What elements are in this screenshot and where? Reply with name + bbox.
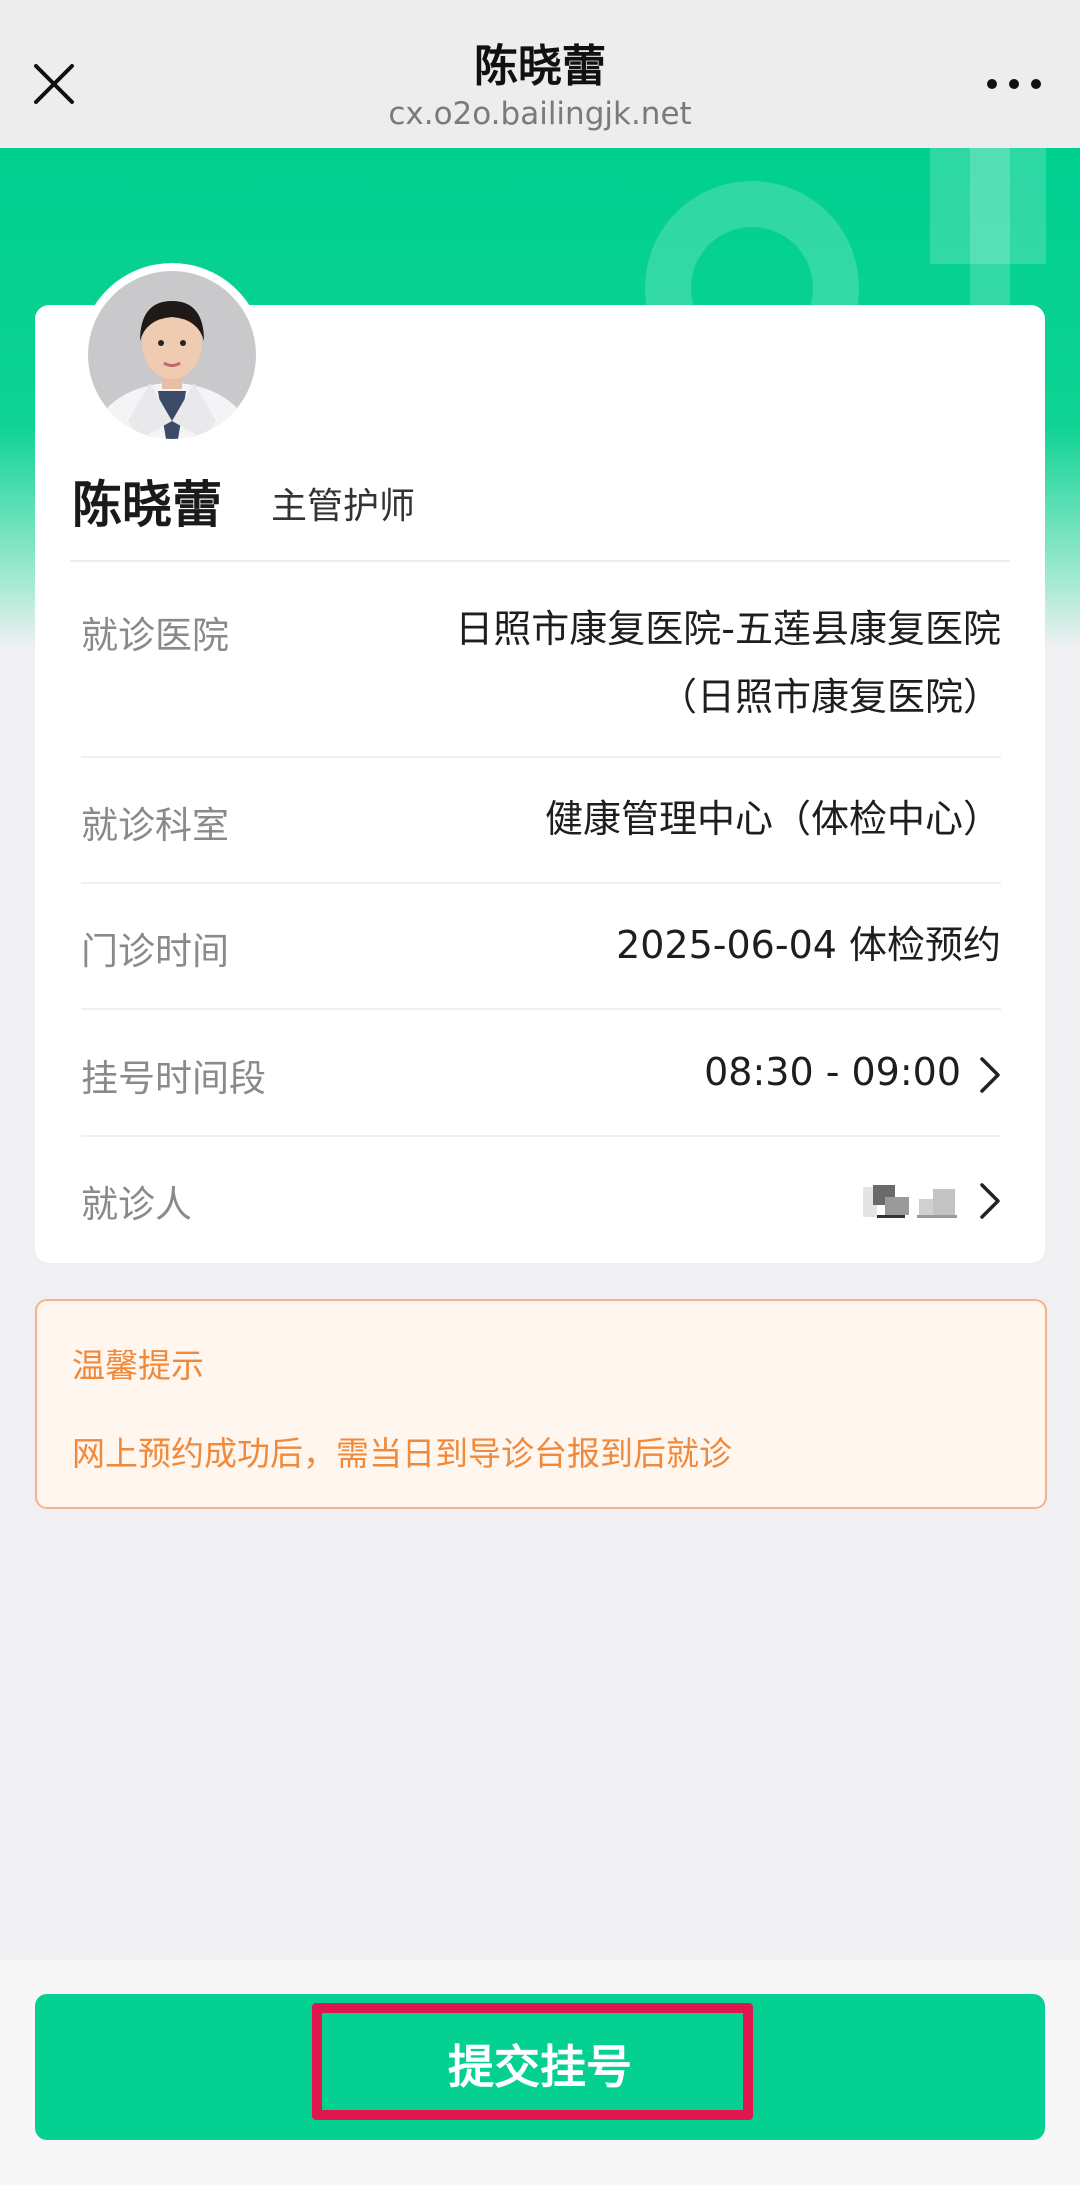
hospital-value: 日照市康复医院-五莲县康复医院 （日照市康复医院） — [455, 595, 1001, 731]
page-url: cx.o2o.bailingjk.net — [388, 96, 692, 132]
department-row: 就诊科室 健康管理中心（体检中心） — [81, 785, 1001, 865]
hospital-name-line2: （日照市康复医院） — [658, 675, 1001, 719]
doctor-info-card: 陈晓蕾 主管护师 就诊医院 日照市康复医院-五莲县康复医院 （日照市康复医院） … — [35, 263, 1045, 1263]
redacted-patient-name — [863, 1181, 961, 1221]
clinic-time-row: 门诊时间 2025-06-04 体检预约 — [81, 911, 1001, 991]
top-nav-bar: 陈晓蕾 cx.o2o.bailingjk.net — [0, 0, 1080, 148]
patient-value[interactable] — [863, 1164, 1001, 1232]
doctor-photo — [88, 271, 256, 439]
department-value: 健康管理中心（体检中心） — [544, 797, 1001, 841]
hospital-name-line1: 日照市康复医院-五莲县康复医院 — [455, 607, 1001, 651]
clinic-time-label: 门诊时间 — [81, 930, 229, 973]
row-divider — [81, 882, 1001, 884]
more-icon — [987, 79, 1041, 89]
time-slot-label: 挂号时间段 — [81, 1057, 266, 1100]
notice-box: 温馨提示 网上预约成功后，需当日到导诊台报到后就诊 — [35, 1299, 1047, 1509]
doctor-name: 陈晓蕾 — [72, 476, 222, 534]
chevron-right-icon — [980, 1056, 1000, 1093]
row-divider — [81, 1008, 1001, 1010]
clinic-time-value: 2025-06-04 体检预约 — [616, 923, 1001, 967]
row-divider — [81, 1135, 1001, 1137]
notice-text: 网上预约成功后，需当日到导诊台报到后就诊 — [72, 1434, 732, 1473]
patient-label: 就诊人 — [81, 1183, 192, 1226]
more-button[interactable] — [974, 52, 1054, 116]
row-divider — [81, 756, 1001, 758]
doctor-title: 主管护师 — [271, 486, 416, 527]
hospital-label: 就诊医院 — [81, 614, 229, 657]
time-slot-text: 08:30 - 09:00 — [704, 1050, 961, 1094]
divider — [70, 560, 1010, 562]
time-slot-row[interactable]: 挂号时间段 08:30 - 09:00 — [81, 1038, 1001, 1118]
time-slot-value[interactable]: 08:30 - 09:00 — [704, 1038, 1001, 1106]
avatar — [80, 263, 264, 447]
page-title: 陈晓蕾 — [474, 41, 606, 92]
notice-title: 温馨提示 — [72, 1346, 204, 1385]
department-label: 就诊科室 — [81, 804, 229, 847]
chevron-right-icon — [980, 1182, 1000, 1219]
patient-row[interactable]: 就诊人 — [81, 1164, 1001, 1244]
highlight-box — [312, 2003, 753, 2120]
hospital-row: 就诊医院 日照市康复医院-五莲县康复医院 （日照市康复医院） — [81, 595, 1001, 745]
